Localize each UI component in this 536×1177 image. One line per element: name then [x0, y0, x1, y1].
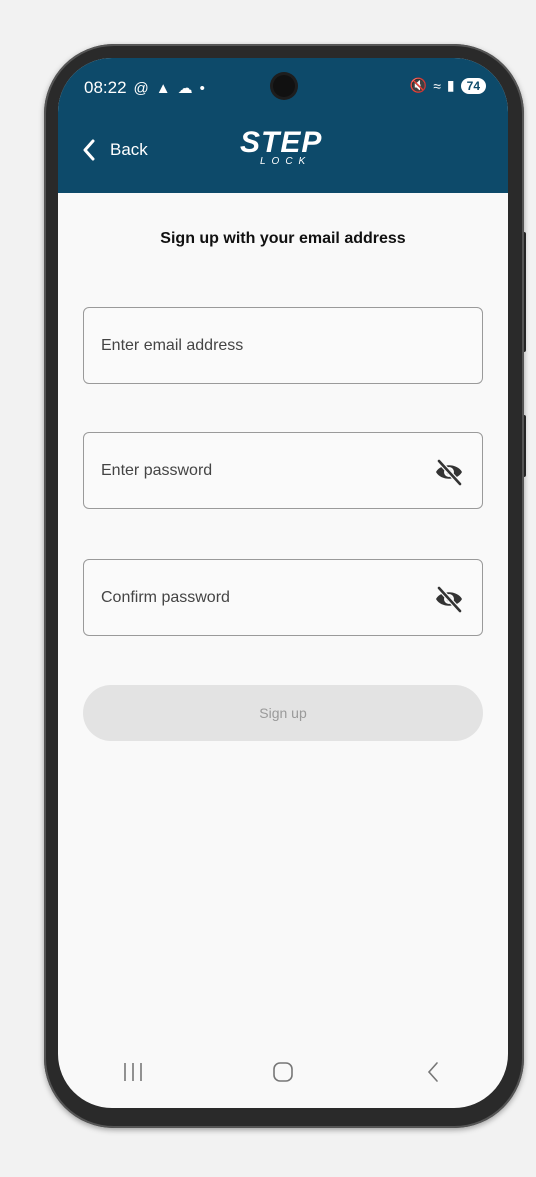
status-time: 08:22 — [84, 78, 127, 97]
steplock-logo: STEP LOCK — [240, 126, 323, 168]
eye-off-icon[interactable] — [434, 584, 464, 614]
app-notification-icon: ▲ — [155, 79, 171, 97]
confirm-password-input[interactable] — [84, 560, 482, 635]
home-button[interactable] — [253, 1052, 313, 1092]
status-bar-left: 08:22 @ ▲ ☁ • — [84, 78, 205, 98]
wifi-icon: ≈ — [433, 77, 441, 94]
email-input[interactable] — [84, 308, 482, 383]
recents-button[interactable] — [103, 1052, 163, 1092]
password-field-container — [83, 432, 483, 509]
cloud-icon: ☁ — [177, 80, 193, 97]
logo-main: STEP — [240, 126, 323, 159]
app-header: 08:22 @ ▲ ☁ • 🔇 ≈ ▮ 74 Back STEP LOCK — [58, 58, 508, 193]
nav-back-button[interactable] — [403, 1052, 463, 1092]
home-icon — [273, 1062, 293, 1082]
screen: 08:22 @ ▲ ☁ • 🔇 ≈ ▮ 74 Back STEP LOCK Si… — [58, 58, 508, 1108]
mute-icon: 🔇 — [409, 77, 428, 93]
email-field-container — [83, 307, 483, 384]
status-bar-right: 🔇 ≈ ▮ 74 — [410, 77, 486, 94]
signal-icon: ▮ — [446, 77, 455, 93]
confirm-password-field-container — [83, 559, 483, 636]
sign-up-button[interactable]: Sign up — [83, 685, 483, 741]
page-title: Sign up with your email address — [160, 230, 406, 247]
back-label: Back — [110, 140, 148, 159]
password-input[interactable] — [84, 433, 482, 508]
back-button[interactable]: Back — [82, 139, 148, 161]
recents-icon — [124, 1063, 142, 1081]
battery-badge: 74 — [460, 77, 486, 94]
dot-icon: • — [199, 79, 205, 97]
chevron-left-icon — [83, 139, 95, 161]
front-camera — [273, 75, 295, 97]
back-icon — [427, 1062, 438, 1082]
system-nav-bar — [58, 1036, 508, 1108]
eye-off-icon[interactable] — [434, 457, 464, 487]
threads-icon: @ — [133, 79, 149, 97]
